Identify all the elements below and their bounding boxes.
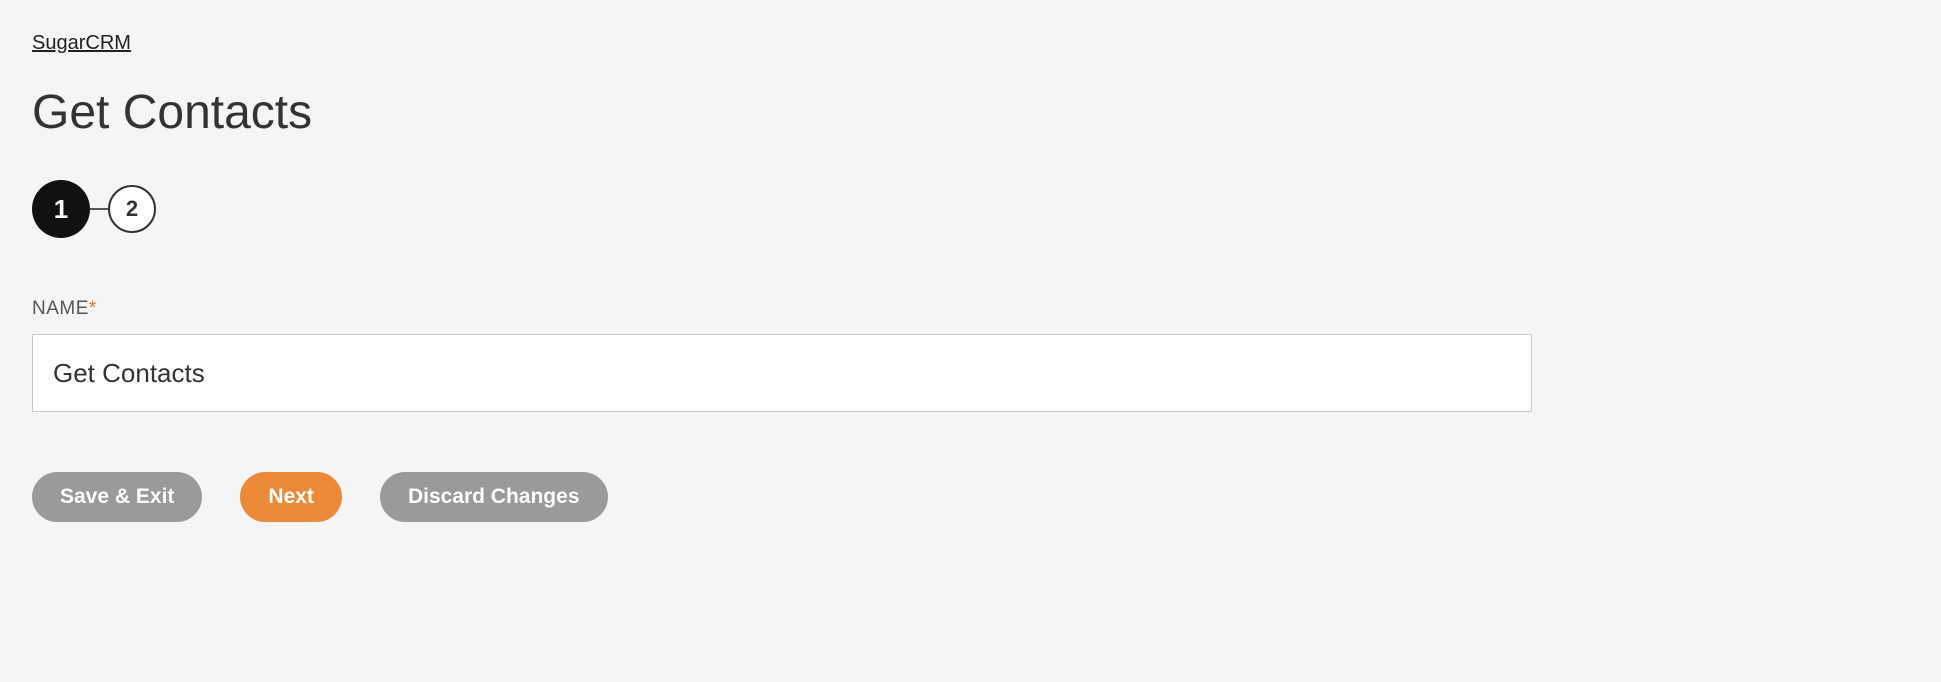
name-label-text: NAME: [32, 298, 89, 319]
step-connector: [90, 208, 108, 210]
wizard-stepper: 1 2: [32, 180, 1909, 238]
step-1[interactable]: 1: [32, 180, 90, 238]
name-input[interactable]: [32, 334, 1532, 412]
action-buttons: Save & Exit Next Discard Changes: [32, 472, 1909, 522]
name-label: NAME*: [32, 298, 1909, 320]
page-title: Get Contacts: [32, 85, 1909, 140]
breadcrumb-sugarcrm[interactable]: SugarCRM: [32, 32, 131, 55]
save-exit-button[interactable]: Save & Exit: [32, 472, 202, 522]
next-button[interactable]: Next: [240, 472, 342, 522]
discard-changes-button[interactable]: Discard Changes: [380, 472, 608, 522]
required-asterisk: *: [89, 298, 97, 319]
step-2[interactable]: 2: [108, 185, 156, 233]
